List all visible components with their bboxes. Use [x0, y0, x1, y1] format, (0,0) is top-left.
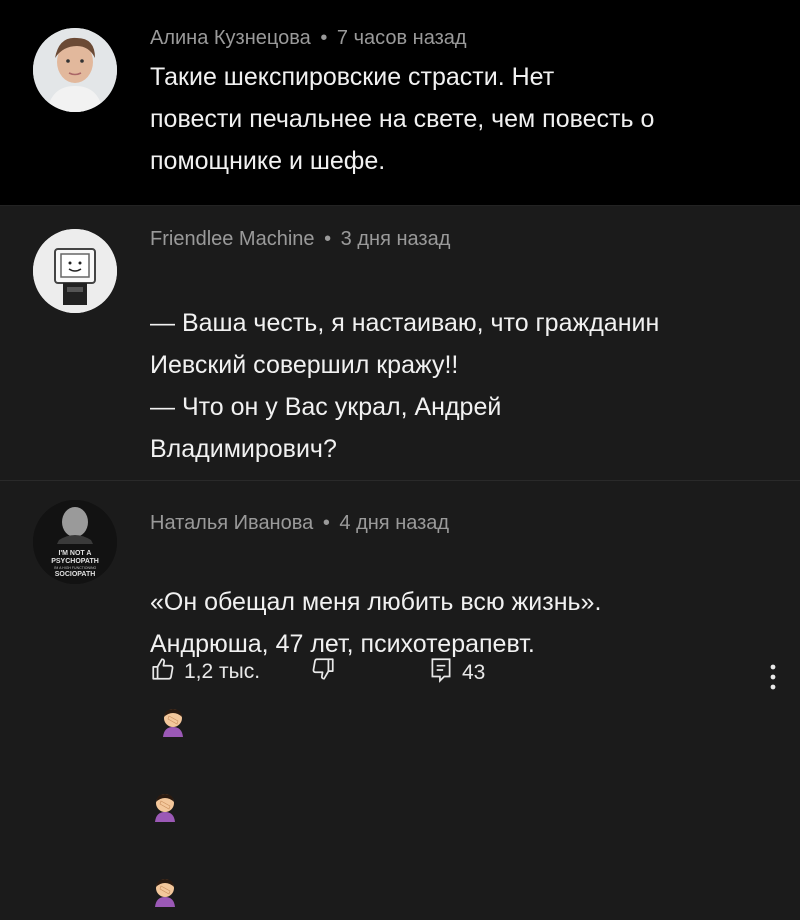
comment-actions: 1,2 тыс. 43: [150, 656, 790, 686]
more-vert-icon[interactable]: [770, 664, 776, 690]
avatar-caption-line-4: SOCIOPATH: [55, 571, 96, 578]
reply-icon: [428, 656, 454, 690]
timestamp[interactable]: 7 часов назад: [337, 27, 467, 49]
comment-text-content: — Ваша честь, я настаиваю, что гражданин…: [150, 309, 660, 505]
comment-text: Такие шекспировские страсти. Нет повести…: [150, 63, 655, 175]
timestamp[interactable]: 4 дня назад: [339, 512, 449, 534]
woman-facepalming-icon: [150, 835, 180, 920]
comment-2: Friendlee Machine • 3 дня назад — Ваша ч…: [0, 205, 800, 582]
comment-3: I'M NOT A PSYCHOPATH I'M A HIGH FUNCTION…: [0, 480, 800, 907]
thumbs-up-icon: [150, 656, 176, 688]
separator: •: [324, 228, 332, 250]
avatar-caption-line-2: PSYCHOPATH: [51, 558, 99, 565]
author-name[interactable]: Friendlee Machine: [150, 228, 315, 250]
reply-count: 43: [462, 661, 486, 684]
comment-1: Алина Кузнецова • 7 часов назад Такие ше…: [0, 0, 800, 205]
avatar[interactable]: [33, 229, 117, 313]
like-button[interactable]: 1,2 тыс.: [150, 656, 260, 688]
timestamp[interactable]: 3 дня назад: [341, 228, 451, 250]
comment-text-content: «Он обещал меня любить всю жизнь». Андрю…: [150, 588, 602, 658]
avatar[interactable]: I'M NOT A PSYCHOPATH I'M A HIGH FUNCTION…: [33, 500, 117, 584]
comment-meta: Наталья Иванова • 4 дня назад: [150, 512, 449, 535]
author-name[interactable]: Алина Кузнецова: [150, 27, 311, 49]
thumbs-down-icon: [310, 656, 336, 688]
woman-facepalming-icon: [150, 750, 180, 835]
comment-meta: Friendlee Machine • 3 дня назад: [150, 228, 450, 251]
avatar[interactable]: [33, 28, 117, 112]
reply-button[interactable]: 43: [428, 656, 485, 690]
avatar-caption-line-3: I'M A HIGH FUNCTIONING: [54, 566, 97, 570]
separator: •: [320, 27, 328, 49]
dislike-button[interactable]: [310, 656, 336, 688]
separator: •: [322, 512, 330, 534]
avatar-caption-line-1: I'M NOT A: [59, 550, 92, 557]
comment-text: «Он обещал меня любить всю жизнь». Андрю…: [150, 539, 601, 920]
author-name[interactable]: Наталья Иванова: [150, 512, 313, 534]
comment-meta: Алина Кузнецова • 7 часов назад: [150, 27, 467, 50]
like-count: 1,2 тыс.: [184, 660, 261, 683]
